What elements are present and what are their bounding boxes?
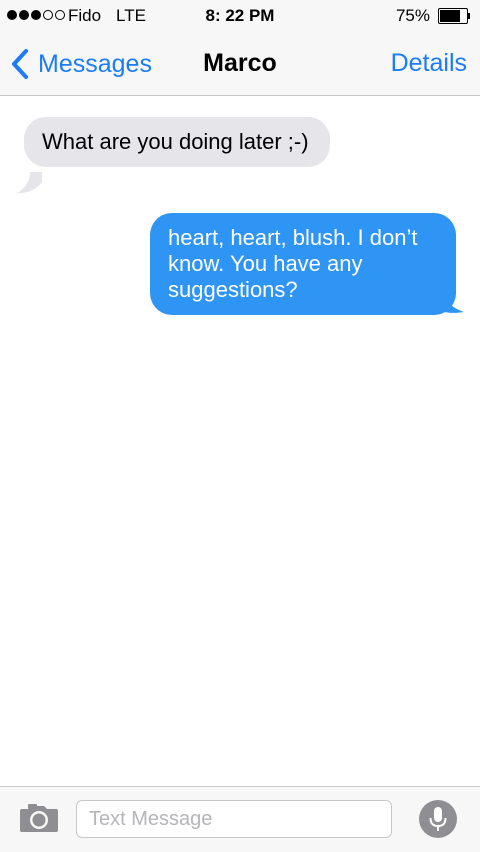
conversation-thread: What are you doing later ;-) heart, hear… — [0, 96, 480, 786]
battery-nub — [468, 13, 470, 19]
message-input-bar — [0, 786, 480, 852]
status-bar: Fido LTE 8: 22 PM 75% — [0, 0, 480, 32]
received-bubble-tail — [17, 172, 42, 194]
navigation-bar: Messages Marco Details — [0, 32, 480, 96]
back-to-messages-button[interactable]: Messages — [10, 46, 152, 82]
back-button-label: Messages — [38, 49, 152, 78]
message-bubble-received[interactable]: What are you doing later ;-) — [24, 117, 330, 167]
camera-button[interactable] — [19, 803, 59, 833]
text-message-input[interactable] — [76, 800, 392, 838]
details-button[interactable]: Details — [391, 49, 467, 78]
battery-icon — [438, 8, 470, 24]
message-bubble-sent[interactable]: heart, heart, blush. I don’t know. You h… — [150, 213, 456, 315]
messages-screen: Fido LTE 8: 22 PM 75% Messages Marco Det… — [0, 0, 480, 852]
camera-icon — [20, 804, 58, 832]
chevron-left-icon — [12, 49, 28, 79]
microphone-button[interactable] — [419, 800, 457, 838]
battery-percentage: 75% — [395, 6, 430, 25]
battery-fill — [440, 10, 460, 22]
microphone-icon — [429, 807, 447, 831]
